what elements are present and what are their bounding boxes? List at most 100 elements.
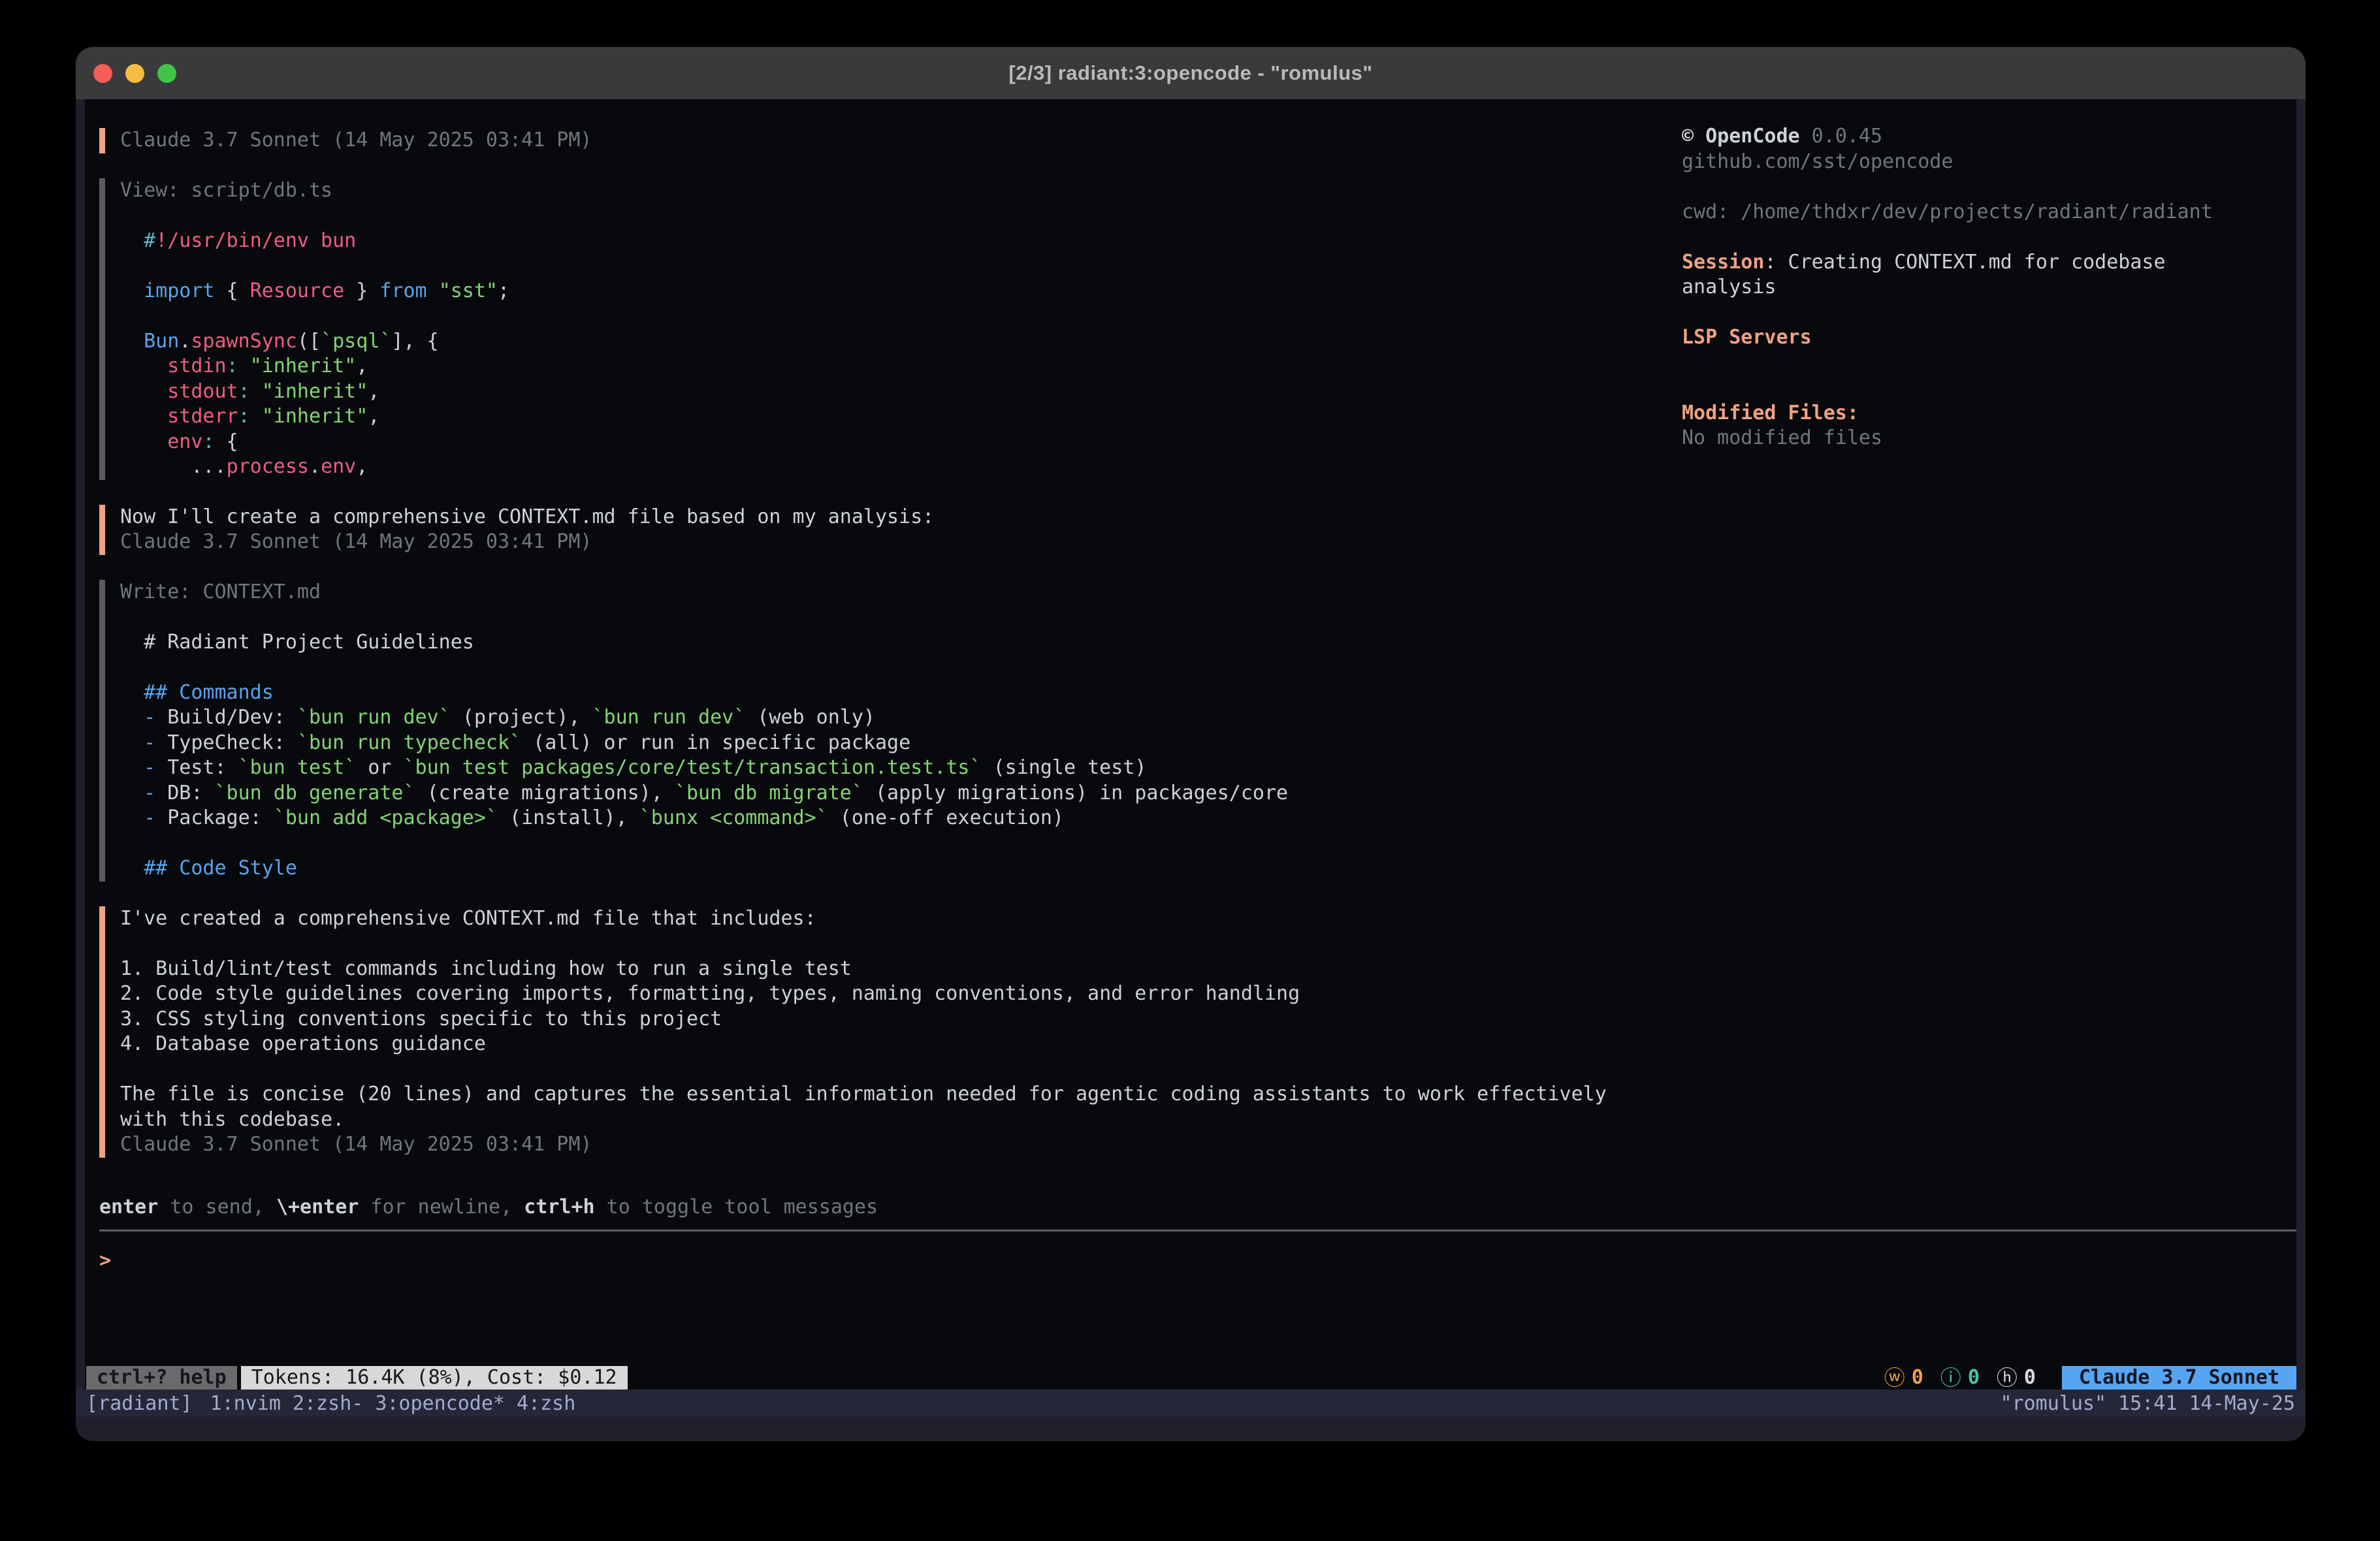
text-segment: - — [120, 782, 167, 804]
text-segment: 2. Code style guidelines covering import… — [120, 982, 1300, 1005]
text-segment: , — [368, 405, 379, 428]
text-segment: 3. CSS styling conventions specific to t… — [120, 1008, 722, 1030]
minimize-button[interactable] — [125, 64, 144, 83]
text-segment: !/usr/bin/env bun — [155, 229, 356, 252]
terminal-line: Session: Creating CONTEXT.md for codebas… — [1682, 250, 2296, 276]
prompt-symbol: > — [99, 1249, 111, 1272]
text-segment: (single test) — [982, 756, 1147, 779]
text-segment: DB: — [167, 782, 214, 804]
text-segment: : — [238, 380, 250, 403]
text-segment: `bun db generate` — [215, 782, 415, 804]
terminal-window: [2/3] radiant:3:opencode - "romulus" Cla… — [76, 47, 2306, 1441]
info-count: 0 — [1968, 1366, 1980, 1390]
status-spacer — [628, 1366, 1884, 1390]
text-segment: # Radiant Project Guidelines — [120, 631, 474, 654]
text-segment: env — [321, 455, 356, 478]
terminal-line: Now I'll create a comprehensive CONTEXT.… — [120, 505, 1656, 530]
text-segment: ; — [498, 279, 509, 302]
input-zone: enter to send, \+enter for newline, ctrl… — [99, 1195, 2296, 1273]
assistant-message: Now I'll create a comprehensive CONTEXT.… — [99, 505, 1656, 555]
tmux-status-bar: [radiant] 1:nvim 2:zsh- 3:opencode* 4:zs… — [76, 1390, 2306, 1417]
info-icon: ⓘ — [1940, 1366, 1961, 1390]
terminal-content: Claude 3.7 Sonnet (14 May 2025 03:41 PM)… — [85, 99, 2296, 1390]
text-segment: ctrl+h — [524, 1196, 594, 1218]
close-button[interactable] — [93, 64, 112, 83]
text-segment: Modified Files: — [1682, 402, 1859, 424]
text-segment: (create migrations), — [415, 782, 675, 804]
terminal-line: Bun.spawnSync([`psql`], { — [120, 329, 1656, 355]
opencode-tui: Claude 3.7 Sonnet (14 May 2025 03:41 PM)… — [85, 99, 2296, 1366]
terminal-line: - Build/Dev: `bun run dev` (project), `b… — [120, 705, 1656, 731]
terminal-line: analysis — [1682, 275, 2296, 300]
tmux-window-2[interactable]: 2:zsh- — [293, 1392, 363, 1415]
terminal-line — [1682, 225, 2296, 250]
terminal-line: stdin: "inherit", — [120, 354, 1656, 379]
terminal-line — [1682, 174, 2296, 200]
text-segment: Package: — [167, 806, 274, 829]
model-badge: Claude 3.7 Sonnet — [2062, 1366, 2296, 1390]
terminal-line: stdout: "inherit", — [120, 379, 1656, 405]
terminal-line: © OpenCode 0.0.45 — [1682, 124, 2296, 150]
text-segment: enter — [99, 1196, 158, 1218]
terminal-line: The file is concise (20 lines) and captu… — [120, 1082, 1656, 1107]
terminal-line: No modified files — [1682, 426, 2296, 451]
terminal-line: ## Commands — [120, 680, 1656, 706]
terminal-line: 3. CSS styling conventions specific to t… — [120, 1007, 1656, 1032]
keybind-help-line: enter to send, \+enter for newline, ctrl… — [99, 1195, 2296, 1220]
text-segment: import — [120, 279, 215, 302]
text-segment: TypeCheck: — [167, 731, 297, 754]
text-segment: stdout — [120, 380, 238, 403]
text-segment: - — [120, 706, 167, 729]
terminal-line: - TypeCheck: `bun run typecheck` (all) o… — [120, 731, 1656, 756]
text-segment: with this codebase. — [120, 1108, 344, 1131]
terminal-line — [1682, 375, 2296, 401]
window-bottom-padding — [76, 1417, 2306, 1441]
terminal-line: ...process.env, — [120, 454, 1656, 480]
assistant-message: I've created a comprehensive CONTEXT.md … — [99, 906, 1656, 1158]
text-segment: or — [356, 756, 403, 779]
terminal-line: LSP Servers — [1682, 325, 2296, 351]
text-segment: # — [120, 229, 155, 252]
text-segment: for newline, — [359, 1196, 524, 1218]
terminal-line: github.com/sst/opencode — [1682, 150, 2296, 175]
tmux-window-3[interactable]: 3:opencode* — [375, 1392, 505, 1415]
text-segment: - — [120, 731, 167, 754]
terminal-line: Modified Files: — [1682, 401, 2296, 426]
terminal-line: ## Code Style — [120, 856, 1656, 882]
text-segment: cwd: /home/thdxr/dev/projects/radiant/ra… — [1682, 200, 2213, 223]
terminal-line — [120, 203, 1656, 229]
text-segment: `bunx <command>` — [639, 806, 828, 829]
diagnostics-info: ⓘ0 — [1940, 1366, 1980, 1390]
terminal-line: Claude 3.7 Sonnet (14 May 2025 03:41 PM) — [120, 128, 1656, 153]
sidebar: © OpenCode 0.0.45github.com/sst/opencode… — [1682, 124, 2296, 451]
text-segment: `bun add <package>` — [274, 806, 498, 829]
terminal-line — [1682, 351, 2296, 376]
terminal-line — [120, 304, 1656, 329]
tmux-window-4[interactable]: 4:zsh — [517, 1392, 575, 1415]
text-segment: 4. Database operations guidance — [120, 1032, 486, 1055]
text-segment: (all) or run in specific package — [521, 731, 910, 754]
text-segment: Claude 3.7 Sonnet (14 May 2025 03:41 PM) — [120, 129, 592, 151]
terminal-line — [120, 655, 1656, 680]
window-titlebar: [2/3] radiant:3:opencode - "romulus" — [76, 47, 2306, 99]
terminal-line: I've created a comprehensive CONTEXT.md … — [120, 906, 1656, 932]
text-segment: `psql` — [321, 330, 391, 353]
zoom-button[interactable] — [157, 64, 176, 83]
traffic-lights — [93, 47, 176, 99]
text-segment: `bun run dev` — [592, 706, 746, 729]
terminal-line: - Package: `bun add <package>` (install)… — [120, 806, 1656, 831]
text-segment: ([ — [297, 330, 321, 353]
tool-view-block: View: script/db.ts #!/usr/bin/env bun im… — [99, 178, 1656, 480]
text-segment: ], { — [391, 330, 438, 353]
text-segment: `bun test` — [238, 756, 357, 779]
text-segment: © OpenCode — [1682, 125, 1800, 148]
prompt-input[interactable]: > — [99, 1248, 2296, 1274]
terminal-line: Claude 3.7 Sonnet (14 May 2025 03:41 PM) — [120, 530, 1656, 555]
text-segment: I've created a comprehensive CONTEXT.md … — [120, 907, 816, 930]
terminal-line: import { Resource } from "sst"; — [120, 279, 1656, 304]
tmux-window-1[interactable]: 1:nvim — [210, 1392, 281, 1415]
text-segment: { — [215, 279, 250, 302]
terminal-line: - DB: `bun db generate` (create migratio… — [120, 781, 1656, 806]
terminal-line: 1. Build/lint/test commands including ho… — [120, 957, 1656, 982]
terminal-line: Write: CONTEXT.md — [120, 580, 1656, 605]
